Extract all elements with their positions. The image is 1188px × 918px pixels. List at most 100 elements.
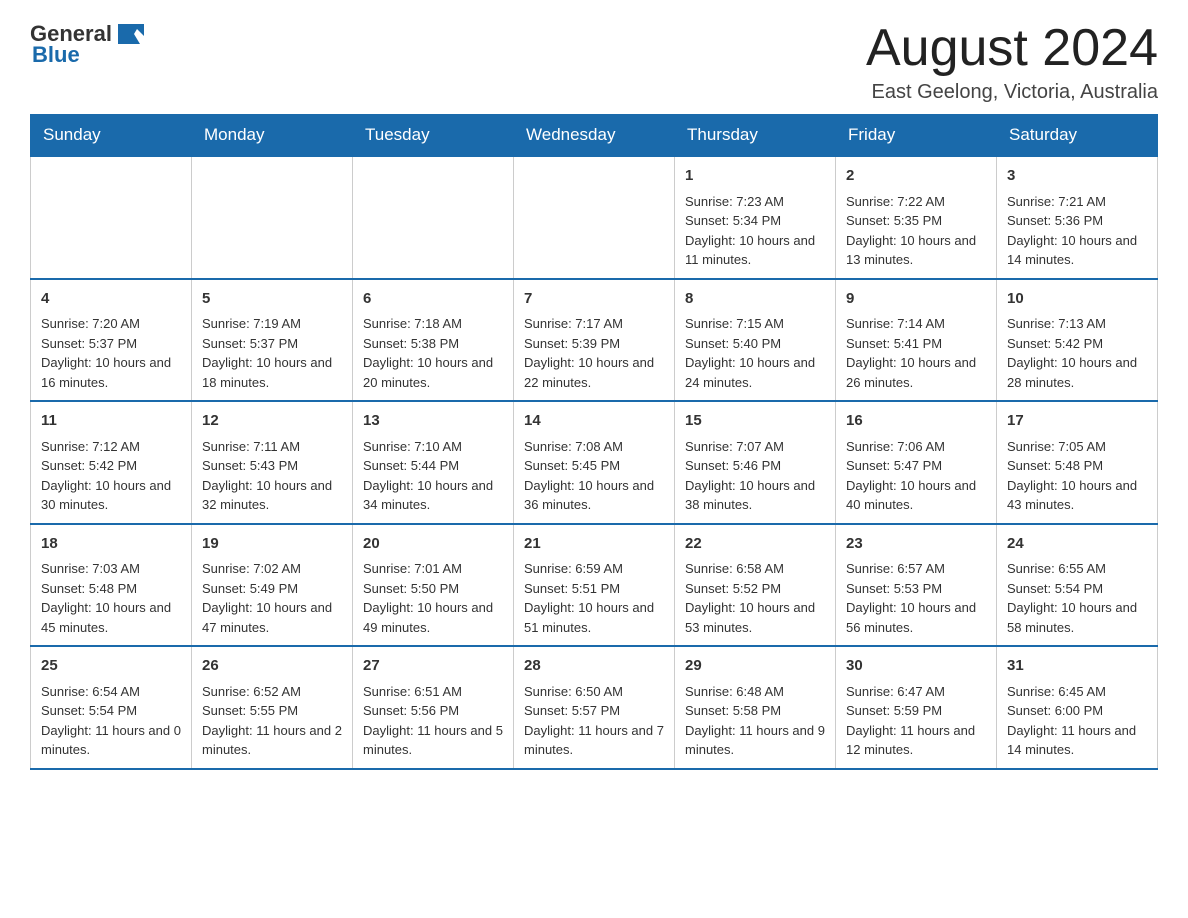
day-info: Daylight: 11 hours and 7 minutes.: [524, 721, 664, 760]
day-number: 21: [524, 533, 664, 556]
day-info: Daylight: 11 hours and 0 minutes.: [41, 721, 181, 760]
day-info: Sunrise: 7:17 AM: [524, 314, 664, 334]
col-saturday: Saturday: [997, 115, 1158, 157]
day-info: Sunrise: 6:57 AM: [846, 559, 986, 579]
day-info: Daylight: 11 hours and 12 minutes.: [846, 721, 986, 760]
day-info: Sunset: 5:53 PM: [846, 579, 986, 599]
calendar-table: Sunday Monday Tuesday Wednesday Thursday…: [30, 114, 1158, 770]
day-info: Sunrise: 7:20 AM: [41, 314, 181, 334]
day-info: Daylight: 10 hours and 13 minutes.: [846, 231, 986, 270]
day-info: Daylight: 10 hours and 32 minutes.: [202, 476, 342, 515]
day-info: Sunset: 5:46 PM: [685, 456, 825, 476]
table-row: 31Sunrise: 6:45 AMSunset: 6:00 PMDayligh…: [997, 646, 1158, 769]
day-info: Daylight: 10 hours and 14 minutes.: [1007, 231, 1147, 270]
col-thursday: Thursday: [675, 115, 836, 157]
day-info: Sunset: 5:58 PM: [685, 701, 825, 721]
day-info: Sunrise: 6:48 AM: [685, 682, 825, 702]
title-section: August 2024 East Geelong, Victoria, Aust…: [866, 20, 1158, 104]
logo-blue-text: Blue: [32, 42, 80, 68]
day-info: Daylight: 10 hours and 24 minutes.: [685, 353, 825, 392]
day-info: Sunrise: 7:03 AM: [41, 559, 181, 579]
table-row: 3Sunrise: 7:21 AMSunset: 5:36 PMDaylight…: [997, 156, 1158, 279]
table-row: 7Sunrise: 7:17 AMSunset: 5:39 PMDaylight…: [514, 279, 675, 402]
table-row: 8Sunrise: 7:15 AMSunset: 5:40 PMDaylight…: [675, 279, 836, 402]
day-number: 22: [685, 533, 825, 556]
day-number: 16: [846, 410, 986, 433]
day-info: Sunrise: 7:19 AM: [202, 314, 342, 334]
day-info: Sunrise: 6:47 AM: [846, 682, 986, 702]
day-info: Sunset: 5:55 PM: [202, 701, 342, 721]
day-info: Sunrise: 7:05 AM: [1007, 437, 1147, 457]
day-number: 14: [524, 410, 664, 433]
calendar-week-row: 1Sunrise: 7:23 AMSunset: 5:34 PMDaylight…: [31, 156, 1158, 279]
day-info: Daylight: 10 hours and 30 minutes.: [41, 476, 181, 515]
day-number: 24: [1007, 533, 1147, 556]
day-info: Sunset: 5:54 PM: [41, 701, 181, 721]
day-info: Sunrise: 7:21 AM: [1007, 192, 1147, 212]
day-number: 26: [202, 655, 342, 678]
table-row: 27Sunrise: 6:51 AMSunset: 5:56 PMDayligh…: [353, 646, 514, 769]
day-info: Sunset: 5:59 PM: [846, 701, 986, 721]
day-info: Daylight: 10 hours and 58 minutes.: [1007, 598, 1147, 637]
day-info: Sunrise: 7:06 AM: [846, 437, 986, 457]
table-row: [514, 156, 675, 279]
day-info: Sunrise: 7:14 AM: [846, 314, 986, 334]
table-row: 19Sunrise: 7:02 AMSunset: 5:49 PMDayligh…: [192, 524, 353, 647]
table-row: 1Sunrise: 7:23 AMSunset: 5:34 PMDaylight…: [675, 156, 836, 279]
calendar-week-row: 18 Sunrise: 7:03 AMSunset: 5:48 PM Dayligh…: [31, 524, 1158, 647]
table-row: 20Sunrise: 7:01 AMSunset: 5:50 PMDayligh…: [353, 524, 514, 647]
table-row: 26Sunrise: 6:52 AMSunset: 5:55 PMDayligh…: [192, 646, 353, 769]
table-row: 15Sunrise: 7:07 AMSunset: 5:46 PMDayligh…: [675, 401, 836, 524]
day-info: Sunset: 5:48 PM: [1007, 456, 1147, 476]
table-row: 21 Sunrise: 6:59 AMSunset: 5:51 PMDayligh…: [514, 524, 675, 647]
col-tuesday: Tuesday: [353, 115, 514, 157]
day-info: Sunset: 5:51 PM: [524, 579, 664, 599]
day-info: Sunset: 5:48 PM: [41, 579, 181, 599]
col-monday: Monday: [192, 115, 353, 157]
table-row: 23Sunrise: 6:57 AMSunset: 5:53 PMDayligh…: [836, 524, 997, 647]
day-info: Sunset: 5:37 PM: [202, 334, 342, 354]
day-number: 25: [41, 655, 181, 678]
table-row: 30Sunrise: 6:47 AMSunset: 5:59 PMDayligh…: [836, 646, 997, 769]
day-info: Sunset: 5:41 PM: [846, 334, 986, 354]
day-info: Daylight: 10 hours and 47 minutes.: [202, 598, 342, 637]
day-info: Sunset: 5:39 PM: [524, 334, 664, 354]
col-friday: Friday: [836, 115, 997, 157]
day-info: Daylight: 10 hours and 43 minutes.: [1007, 476, 1147, 515]
day-info: Sunset: 5:49 PM: [202, 579, 342, 599]
col-sunday: Sunday: [31, 115, 192, 157]
day-info: Daylight: 10 hours and 28 minutes.: [1007, 353, 1147, 392]
day-info: Sunset: 5:50 PM: [363, 579, 503, 599]
day-info: Sunrise: 7:01 AM: [363, 559, 503, 579]
day-info: Sunset: 5:45 PM: [524, 456, 664, 476]
day-info: Sunset: 5:35 PM: [846, 211, 986, 231]
day-info: Sunrise: 7:23 AM: [685, 192, 825, 212]
table-row: 13Sunrise: 7:10 AMSunset: 5:44 PMDayligh…: [353, 401, 514, 524]
day-info: Daylight: 10 hours and 36 minutes.: [524, 476, 664, 515]
day-info: Sunrise: 7:22 AM: [846, 192, 986, 212]
day-info: Daylight: 10 hours and 51 minutes.: [524, 598, 664, 637]
day-info: Sunrise: 6:58 AM: [685, 559, 825, 579]
table-row: 24Sunrise: 6:55 AMSunset: 5:54 PMDayligh…: [997, 524, 1158, 647]
table-row: 28Sunrise: 6:50 AMSunset: 5:57 PMDayligh…: [514, 646, 675, 769]
table-row: 4Sunrise: 7:20 AMSunset: 5:37 PMDaylight…: [31, 279, 192, 402]
day-info: Sunrise: 7:08 AM: [524, 437, 664, 457]
day-info: Daylight: 10 hours and 49 minutes.: [363, 598, 503, 637]
day-info: Sunrise: 7:11 AM: [202, 437, 342, 457]
day-number: 18: [41, 533, 181, 556]
day-info: Sunrise: 6:59 AM: [524, 559, 664, 579]
table-row: 16Sunrise: 7:06 AMSunset: 5:47 PMDayligh…: [836, 401, 997, 524]
day-number: 3: [1007, 165, 1147, 188]
day-number: 7: [524, 288, 664, 311]
day-number: 6: [363, 288, 503, 311]
table-row: 22Sunrise: 6:58 AMSunset: 5:52 PMDayligh…: [675, 524, 836, 647]
day-info: Daylight: 10 hours and 11 minutes.: [685, 231, 825, 270]
table-row: 5Sunrise: 7:19 AMSunset: 5:37 PMDaylight…: [192, 279, 353, 402]
day-info: Sunset: 5:37 PM: [41, 334, 181, 354]
day-info: Sunrise: 7:15 AM: [685, 314, 825, 334]
day-info: Daylight: 11 hours and 5 minutes.: [363, 721, 503, 760]
col-wednesday: Wednesday: [514, 115, 675, 157]
day-info: Daylight: 10 hours and 53 minutes.: [685, 598, 825, 637]
day-number: 29: [685, 655, 825, 678]
day-info: Daylight: 10 hours and 34 minutes.: [363, 476, 503, 515]
